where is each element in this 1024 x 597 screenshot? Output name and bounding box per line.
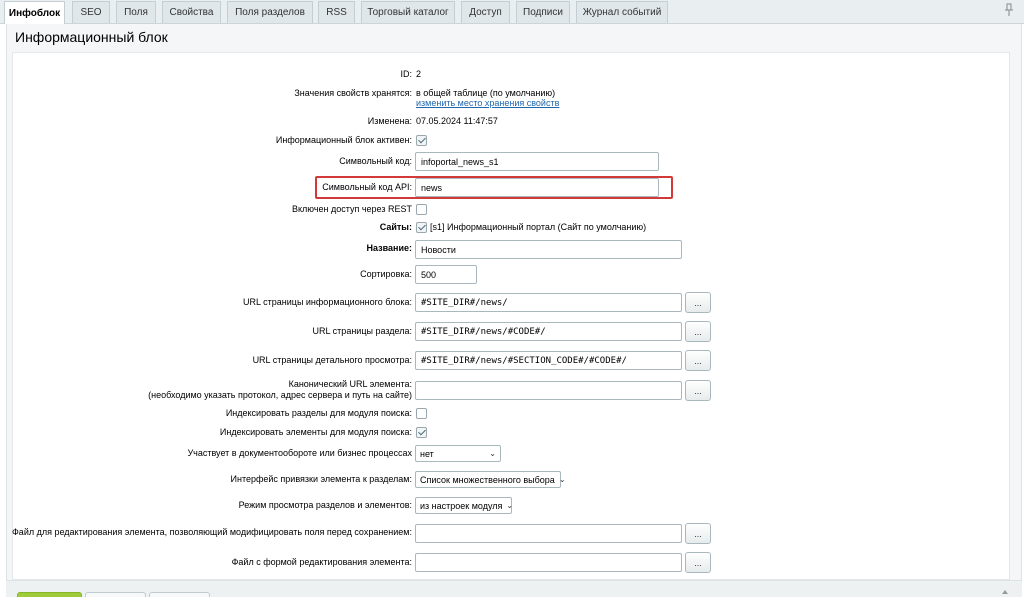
chevron-down-icon: ⌄ [506, 501, 514, 510]
active-label: Информационный блок активен: [275, 135, 412, 145]
index-sections-checkbox[interactable] [416, 408, 427, 419]
tab-catalog[interactable]: Торговый каталог [361, 1, 455, 23]
name-input[interactable]: Новости [415, 240, 682, 259]
cancel-button[interactable] [149, 592, 210, 597]
sort-input[interactable]: 500 [415, 265, 477, 284]
canonical-url-input[interactable] [415, 381, 682, 400]
rest-label: Включен доступ через REST [291, 204, 412, 214]
storage-label: Значения свойств хранятся: [294, 88, 412, 98]
site-s1-checkbox[interactable] [416, 222, 427, 233]
list-url-label: URL страницы информационного блока: [242, 297, 412, 307]
index-elements-checkbox[interactable] [416, 427, 427, 438]
tab-section-fields[interactable]: Поля разделов [227, 1, 313, 23]
list-url-browse-button[interactable]: ... [685, 292, 711, 313]
tab-seo[interactable]: SEO [72, 1, 110, 23]
detail-url-label: URL страницы детального просмотра: [252, 355, 412, 365]
code-label: Символьный код: [339, 156, 412, 166]
workflow-select[interactable]: нет ⌄ [415, 445, 501, 462]
apply-button[interactable] [85, 592, 146, 597]
view-mode-select[interactable]: из настроек модуля ⌄ [415, 497, 514, 514]
rest-checkbox[interactable] [416, 204, 427, 215]
workflow-select-value: нет [420, 448, 434, 459]
active-checkbox[interactable] [416, 135, 427, 146]
pin-icon[interactable] [1003, 3, 1015, 17]
tab-event-log[interactable]: Журнал событий [576, 1, 668, 23]
change-storage-link[interactable]: изменить место хранения свойств [416, 98, 559, 108]
tab-access[interactable]: Доступ [461, 1, 510, 23]
site-s1-label: [s1] Информационный портал (Сайт по умол… [430, 222, 647, 232]
api-code-highlight [315, 176, 673, 199]
tab-bar: Инфоблок SEO Поля Свойства Поля разделов… [0, 0, 1024, 24]
modified-label: Изменена: [367, 116, 412, 126]
chevron-up-icon[interactable] [1002, 590, 1008, 594]
modified-value: 07.05.2024 11:47:57 [416, 116, 498, 126]
edit-file-browse-button[interactable]: ... [685, 523, 711, 544]
chevron-down-icon: ⌄ [558, 475, 566, 484]
workflow-label: Участвует в документообороте или бизнес … [187, 448, 412, 458]
section-url-input[interactable]: #SITE_DIR#/news/#CODE#/ [415, 322, 682, 341]
save-button[interactable] [17, 592, 82, 597]
section-binding-select-value: Список множественного выбора [420, 474, 555, 485]
view-mode-select-value: из настроек модуля [420, 500, 503, 511]
detail-url-input[interactable]: #SITE_DIR#/news/#SECTION_CODE#/#CODE#/ [415, 351, 682, 370]
section-url-browse-button[interactable]: ... [685, 321, 711, 342]
sort-label: Сортировка: [360, 269, 412, 279]
tab-captions[interactable]: Подписи [516, 1, 570, 23]
canonical-url-label: Канонический URL элемента: [288, 379, 412, 389]
canonical-url-hint: (необходимо указать протокол, адрес серв… [148, 390, 412, 400]
footer-bar [6, 580, 1022, 597]
tab-infoblock[interactable]: Инфоблок [4, 1, 65, 24]
canonical-url-browse-button[interactable]: ... [685, 380, 711, 401]
page-title: Информационный блок [15, 29, 168, 45]
tab-rss[interactable]: RSS [318, 1, 355, 23]
index-elements-label: Индексировать элементы для модуля поиска… [219, 427, 412, 437]
sites-label: Сайты: [379, 222, 412, 232]
form-file-label: Файл с формой редактирования элемента: [231, 557, 412, 567]
section-url-label: URL страницы раздела: [312, 326, 412, 336]
detail-url-browse-button[interactable]: ... [685, 350, 711, 371]
section-binding-select[interactable]: Список множественного выбора ⌄ [415, 471, 566, 488]
index-sections-label: Индексировать разделы для модуля поиска: [225, 408, 412, 418]
form-file-browse-button[interactable]: ... [685, 552, 711, 573]
id-value: 2 [416, 69, 422, 79]
chevron-down-icon: ⌄ [489, 449, 496, 458]
edit-file-input[interactable] [415, 524, 682, 543]
name-label: Название: [366, 243, 412, 253]
code-input[interactable]: infoportal_news_s1 [415, 152, 659, 171]
id-label: ID: [400, 69, 412, 79]
edit-file-label: Файл для редактирования элемента, позвол… [11, 527, 412, 537]
tab-properties[interactable]: Свойства [162, 1, 221, 23]
section-binding-label: Интерфейс привязки элемента к разделам: [230, 474, 412, 484]
tab-fields[interactable]: Поля [116, 1, 156, 23]
form-file-input[interactable] [415, 553, 682, 572]
list-url-input[interactable]: #SITE_DIR#/news/ [415, 293, 682, 312]
view-mode-label: Режим просмотра разделов и элементов: [238, 500, 412, 510]
